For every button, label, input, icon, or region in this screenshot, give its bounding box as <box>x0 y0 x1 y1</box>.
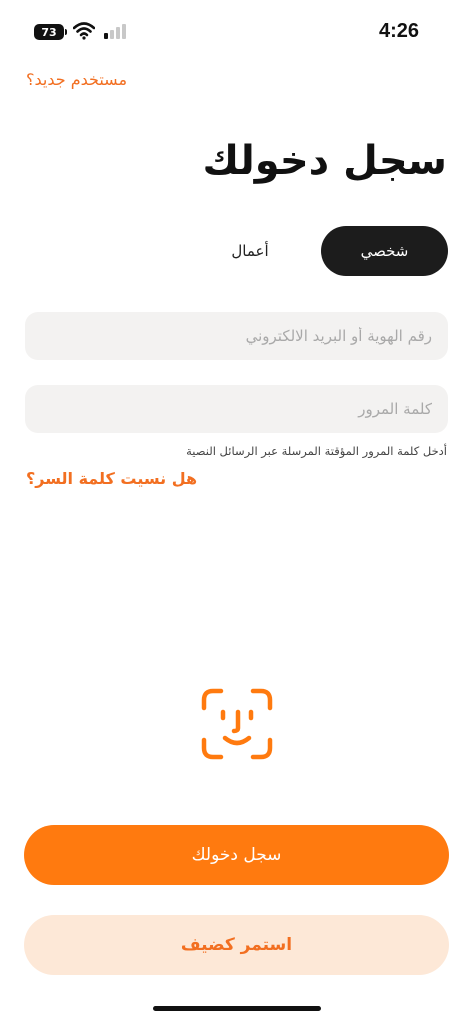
password-hint: أدخل كلمة المرور المؤقتة المرسلة عبر الر… <box>186 444 447 458</box>
new-user-link[interactable]: مستخدم جديد؟ <box>26 70 127 89</box>
continue-as-guest-button[interactable]: استمر كضيف <box>24 915 449 975</box>
battery-icon: 73 <box>34 24 64 40</box>
password-input[interactable] <box>25 385 448 433</box>
status-bar: 73 4:26 <box>0 18 473 48</box>
id-or-email-input[interactable] <box>25 312 448 360</box>
battery-tip <box>65 29 67 35</box>
wifi-icon <box>73 22 95 40</box>
status-time: 4:26 <box>378 20 419 42</box>
battery-level: 73 <box>41 25 57 39</box>
login-button[interactable]: سجل دخولك <box>24 825 449 885</box>
tab-personal[interactable]: شخصي <box>321 226 448 276</box>
cellular-signal-icon <box>104 24 126 39</box>
login-screen: 73 4:26 مستخدم جديد؟ سجل دخولك شخصي أعما… <box>0 0 473 1024</box>
home-indicator <box>153 1006 321 1011</box>
forgot-password-link[interactable]: هل نسيت كلمة السر؟ <box>26 469 197 488</box>
face-id-icon[interactable] <box>201 688 273 760</box>
page-title: سجل دخولك <box>202 138 448 184</box>
tab-business[interactable]: أعمال <box>200 226 300 276</box>
